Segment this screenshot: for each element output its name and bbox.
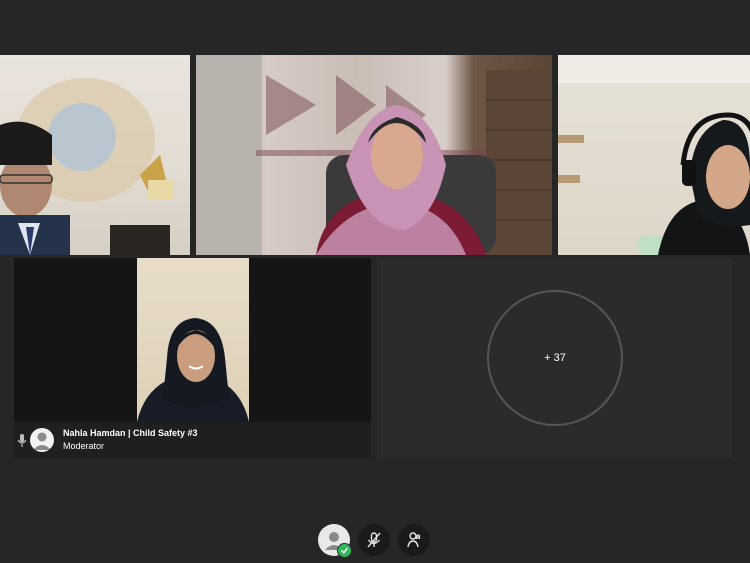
participant-3-video xyxy=(558,55,750,255)
video-tile-moderator[interactable]: Nahla Hamdan | Child Safety #3 Moderator xyxy=(14,258,371,458)
mic-off-icon xyxy=(367,532,381,548)
mute-button[interactable] xyxy=(358,524,390,556)
hand-icon xyxy=(407,532,421,548)
participant-2-video xyxy=(196,55,552,255)
call-controls xyxy=(318,524,430,558)
video-tile-participant-1[interactable] xyxy=(0,55,190,255)
moderator-video xyxy=(137,258,249,422)
participant-name-bar: Nahla Hamdan | Child Safety #3 Moderator xyxy=(14,422,371,458)
participant-1-video xyxy=(0,78,174,255)
check-icon xyxy=(337,543,352,558)
participant-role: Moderator xyxy=(63,441,105,451)
video-tile-participant-2[interactable] xyxy=(196,55,552,255)
raise-hand-button[interactable] xyxy=(398,524,430,556)
more-participants-button[interactable]: + 37 xyxy=(487,290,623,426)
participant-name: Nahla Hamdan | Child Safety #3 xyxy=(63,428,198,438)
mic-icon xyxy=(17,434,27,447)
user-avatar-icon xyxy=(30,428,54,452)
more-participants-count: + 37 xyxy=(544,352,566,364)
video-tile-participant-3[interactable] xyxy=(558,55,750,255)
more-participants-tile[interactable]: + 37 xyxy=(377,258,732,458)
self-avatar-button[interactable] xyxy=(318,524,352,558)
